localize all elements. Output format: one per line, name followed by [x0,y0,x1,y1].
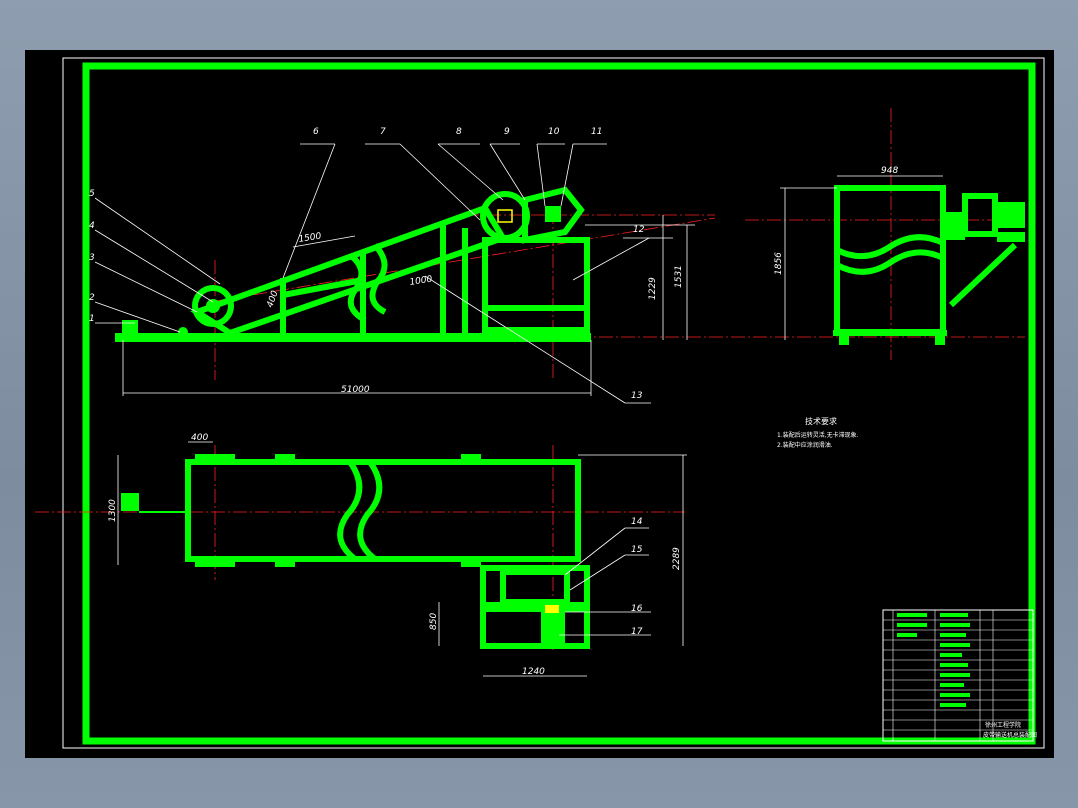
part-label-2: 2 [89,293,95,303]
plan-gearbox [541,612,565,646]
dim-2289: 2289 [672,547,682,570]
dim-1240: 1240 [522,667,545,677]
plan-drive-plate [480,602,590,612]
dim-1500: 1500 [298,231,322,245]
dim-850: 850 [429,613,439,630]
end-view: 948 1856 [745,108,1025,360]
dim-400-side: 400 [265,289,280,309]
title-block-school: 徐州工程学院 [985,721,1021,729]
part-label-10: 10 [548,127,560,137]
part-label-8: 8 [456,127,462,137]
tail-pulley-hub [206,299,220,313]
part-label-4: 4 [89,221,95,231]
gearbox [545,206,561,222]
dim-948: 948 [881,166,898,176]
plan-drive-motor [500,569,570,605]
title-block: 徐州工程学院 皮带输送机总装配图 [882,609,1037,742]
dim-1856: 1856 [774,252,784,275]
part-label-16: 16 [631,604,643,614]
notes-line-1: 1.装配后运转灵活,无卡滞现象. [777,431,859,439]
part-label-17: 17 [631,627,643,637]
end-base [833,330,947,336]
plan-break-2 [357,460,383,562]
inclined-frame [190,204,508,337]
part-label-1: 1 [89,314,95,324]
plan-coupling [545,605,559,613]
dim-1000: 1000 [409,274,433,288]
end-motor [962,193,998,237]
cad-drawing: 51000 1229 1531 1500 1000 400 1 2 3 4 5 … [35,57,1045,749]
dim-400-top: 400 [191,433,208,443]
part-label-13: 13 [631,391,643,401]
part-label-3: 3 [89,253,95,263]
plan-frame [185,459,581,562]
end-gearbox [997,202,1025,228]
part-label-7: 7 [380,127,386,137]
technical-notes: 技术要求 1.装配后运转灵活,无卡滞现象. 2.装配中应涂润滑油. [777,416,859,449]
part-label-11: 11 [591,127,602,137]
part-label-15: 15 [631,545,643,555]
head-shaft [497,209,513,223]
notes-line-2: 2.装配中应涂润滑油. [777,441,833,449]
part-label-14: 14 [631,517,643,527]
notes-title: 技术要求 [805,416,837,426]
part-label-9: 9 [504,127,510,137]
part-2-block [122,320,138,334]
title-block-title: 皮带输送机总装配图 [983,731,1037,739]
part-label-5: 5 [89,189,95,199]
dim-51000: 51000 [341,385,370,395]
break-mark-2 [369,242,388,315]
dim-1531: 1531 [674,265,684,288]
plan-view: 400 1300 2289 850 1240 14 15 16 17 [35,433,687,677]
end-drive-bracket [943,212,965,240]
part-label-12: 12 [633,225,645,235]
end-brace [948,242,1018,308]
end-coupling [997,232,1025,242]
part-label-6: 6 [313,127,319,137]
dim-1229: 1229 [648,277,658,300]
dim-1300: 1300 [108,499,118,522]
drawing-sheet: 51000 1229 1531 1500 1000 400 1 2 3 4 5 … [25,50,1054,758]
plan-part-2 [121,493,139,511]
plan-break-1 [337,460,363,562]
